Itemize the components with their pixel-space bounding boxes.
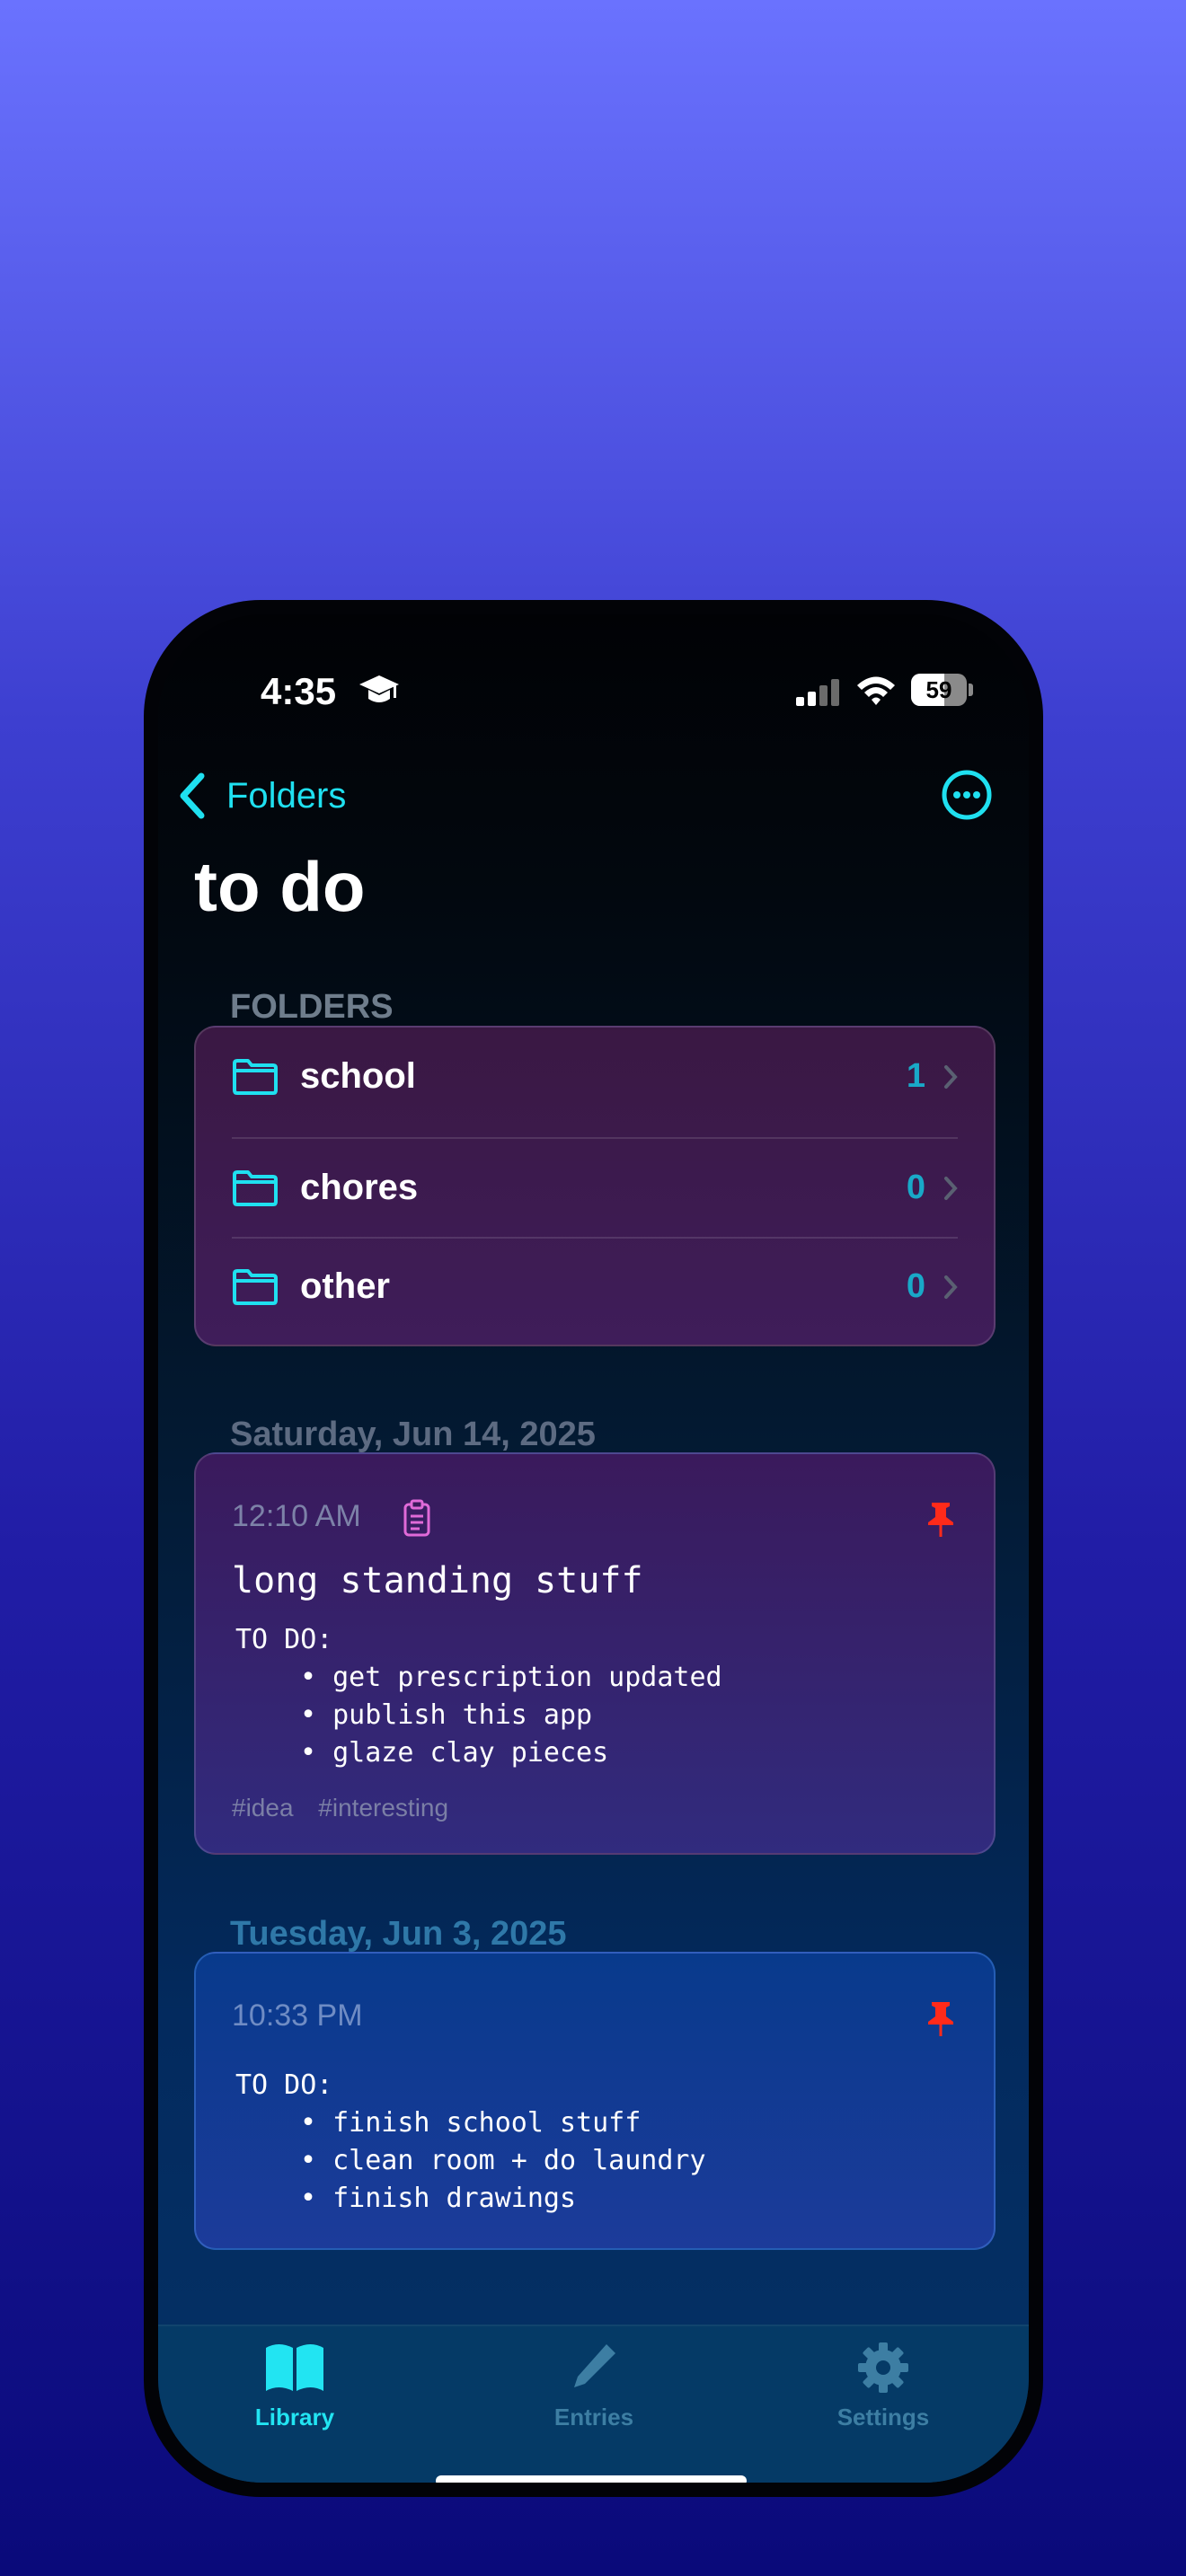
gear-icon: [858, 2342, 908, 2393]
status-bar: 4:35 59: [158, 661, 1029, 715]
folders-list: school 1 chores 0 other 0: [194, 1026, 996, 1346]
tab-bar: Library Entries Settings: [158, 2325, 1029, 2483]
tab-settings[interactable]: Settings: [793, 2341, 973, 2431]
tab-library[interactable]: Library: [205, 2341, 385, 2431]
entry-tags: #idea #interesting: [232, 1794, 466, 1822]
chevron-right-icon: [944, 1275, 958, 1299]
entry-bullet: • finish drawings: [300, 2183, 577, 2214]
entry-time: 12:10 AM: [232, 1499, 361, 1533]
wifi-icon: [857, 676, 895, 705]
tab-label: Library: [254, 2404, 335, 2430]
tag[interactable]: #idea: [232, 1794, 294, 1822]
entry-body-heading: TO DO:: [235, 1624, 333, 1655]
entry-bullet: • finish school stuff: [300, 2107, 642, 2139]
entry-bullet: • glaze clay pieces: [300, 1737, 609, 1769]
battery-icon: 59: [911, 674, 974, 708]
folder-row-other[interactable]: other 0: [232, 1238, 958, 1336]
back-button-label: Folders: [226, 775, 347, 816]
folder-count: 0: [906, 1169, 925, 1206]
book-icon: [266, 2344, 323, 2391]
folder-count: 1: [906, 1057, 925, 1095]
folder-row-chores[interactable]: chores 0: [232, 1139, 958, 1237]
phone-frame: 4:35 59 Folders to do FOLDERS school 1 c…: [144, 600, 1043, 2497]
home-indicator[interactable]: [436, 2475, 747, 2483]
entry-title: long standing stuff: [232, 1560, 643, 1601]
chevron-right-icon: [944, 1064, 958, 1089]
entry-time: 10:33 PM: [232, 1998, 363, 2033]
tab-label: Settings: [836, 2404, 930, 2430]
entry-body-heading: TO DO:: [235, 2069, 333, 2101]
date-header: Saturday, Jun 14, 2025: [230, 1416, 596, 1453]
entry-bullet: • get prescription updated: [300, 1662, 722, 1693]
clipboard-icon: [403, 1499, 430, 1537]
ellipsis-circle-icon[interactable]: [941, 769, 993, 821]
tag[interactable]: #interesting: [318, 1794, 448, 1822]
back-button[interactable]: Folders: [176, 769, 346, 823]
entry-card[interactable]: 10:33 PM TO DO: • finish school stuff • …: [194, 1952, 996, 2250]
pin-icon[interactable]: [924, 2000, 958, 2036]
cellular-signal-icon: [796, 679, 839, 706]
entry-card[interactable]: 12:10 AM long standing stuff TO DO: • ge…: [194, 1452, 996, 1855]
folder-icon: [233, 1268, 278, 1305]
date-header: Tuesday, Jun 3, 2025: [230, 1915, 567, 1953]
graduation-cap-icon: [359, 675, 399, 702]
tab-label: Entries: [553, 2404, 634, 2430]
folder-name: school: [300, 1056, 416, 1096]
chevron-left-icon: [180, 772, 205, 819]
entry-bullet: • clean room + do laundry: [300, 2145, 706, 2176]
status-time: 4:35: [261, 670, 337, 712]
entry-body: TO DO: • get prescription updated • publ…: [235, 1621, 722, 1772]
folders-section-label: FOLDERS: [230, 988, 394, 1026]
folder-row-school[interactable]: school 1: [232, 1028, 958, 1125]
battery-percent: 59: [925, 676, 952, 703]
tab-entries[interactable]: Entries: [504, 2341, 684, 2431]
folder-name: chores: [300, 1168, 419, 1207]
folder-name: other: [300, 1266, 390, 1306]
entry-body: TO DO: • finish school stuff • clean roo…: [235, 2067, 706, 2218]
folder-count: 0: [906, 1267, 925, 1305]
page-title: to do: [194, 847, 366, 926]
folder-icon: [233, 1058, 278, 1095]
app-screen: 4:35 59 Folders to do FOLDERS school 1 c…: [158, 614, 1029, 2483]
chevron-right-icon: [944, 1176, 958, 1200]
folder-icon: [233, 1169, 278, 1206]
navigation-bar: Folders: [158, 758, 1029, 830]
entry-bullet: • publish this app: [300, 1699, 593, 1731]
pencil-icon: [574, 2344, 615, 2387]
pin-icon[interactable]: [924, 1501, 958, 1537]
